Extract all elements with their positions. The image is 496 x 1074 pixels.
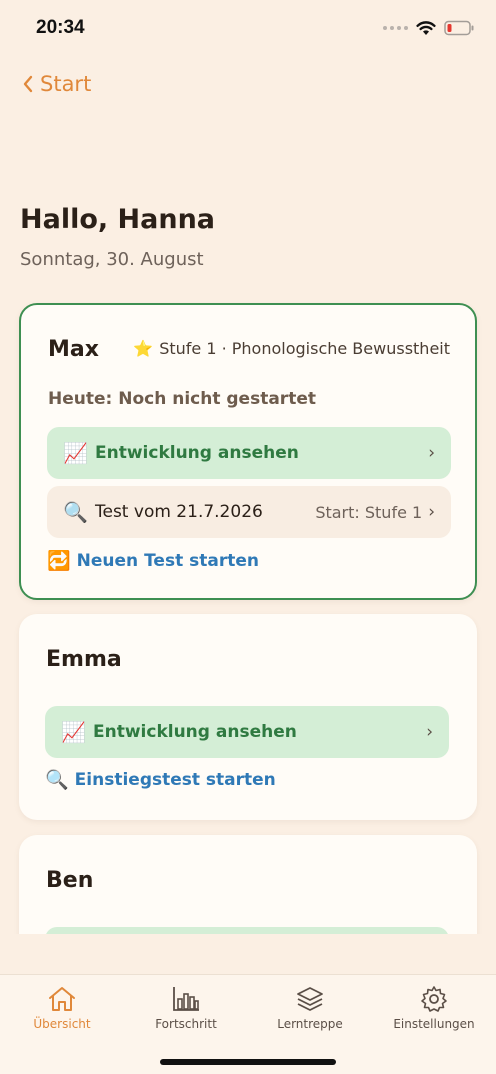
entry-test-label: Einstiegstest starten xyxy=(74,769,276,790)
child-name: Max xyxy=(48,337,99,362)
test-date-label: Test vom 21.7.2026 xyxy=(95,502,263,522)
repeat-icon: 🔁 xyxy=(47,550,71,572)
battery-low-icon xyxy=(444,20,474,36)
progress-button-label: Entwicklung ansehen xyxy=(95,443,299,463)
status-bar: 20:34 xyxy=(0,0,496,56)
tab-settings[interactable]: Einstellungen xyxy=(372,985,496,1031)
tab-label: Einstellungen xyxy=(393,1017,475,1031)
new-test-button[interactable]: 🔁 Neuen Test starten xyxy=(47,549,259,572)
entry-test-button[interactable]: 🔍 Einstiegstest starten xyxy=(45,768,276,791)
test-start-level: Start: Stufe 1 xyxy=(315,502,423,522)
home-indicator xyxy=(160,1059,336,1065)
chevron-right-icon: › xyxy=(428,502,435,522)
back-button[interactable]: Start xyxy=(22,72,91,96)
bar-chart-icon xyxy=(173,987,199,1011)
tab-overview[interactable]: Übersicht xyxy=(0,985,124,1031)
chevron-right-icon: › xyxy=(428,443,435,463)
gear-icon xyxy=(421,986,447,1012)
child-card-emma[interactable]: Emma 📈 Entwicklung ansehen › 🔍 Einstiegs… xyxy=(19,614,477,820)
progress-button[interactable]: 📈 Entwicklung ansehen › xyxy=(47,427,451,479)
wifi-icon xyxy=(416,20,436,35)
level-label: Stufe 1 · Phonologische Bewusstheit xyxy=(159,339,450,358)
magnifier-icon: 🔍 xyxy=(45,769,69,791)
home-icon xyxy=(49,987,75,1011)
progress-button-label: Entwicklung ansehen xyxy=(93,722,297,742)
star-icon: ⭐ xyxy=(133,339,154,358)
level-info: ⭐ Stufe 1 · Phonologische Bewusstheit xyxy=(133,339,450,358)
magnifier-icon: 🔍 xyxy=(63,500,88,524)
progress-button[interactable] xyxy=(45,927,449,934)
chart-increasing-icon: 📈 xyxy=(61,720,86,744)
progress-button[interactable]: 📈 Entwicklung ansehen › xyxy=(45,706,449,758)
children-list[interactable]: Max ⭐ Stufe 1 · Phonologische Bewussthei… xyxy=(0,296,496,934)
status-time: 20:34 xyxy=(36,17,85,38)
tab-label: Übersicht xyxy=(33,1017,91,1031)
date-subtitle: Sonntag, 30. August xyxy=(20,249,204,270)
chevron-left-icon xyxy=(23,75,33,93)
child-name: Emma xyxy=(46,647,122,672)
child-card-ben[interactable]: Ben xyxy=(19,835,477,934)
child-name: Ben xyxy=(46,868,94,893)
tab-progress[interactable]: Fortschritt xyxy=(124,985,248,1031)
chevron-right-icon: › xyxy=(426,722,433,742)
child-card-max[interactable]: Max ⭐ Stufe 1 · Phonologische Bewussthei… xyxy=(19,303,477,600)
new-test-label: Neuen Test starten xyxy=(76,550,259,571)
tab-label: Fortschritt xyxy=(155,1017,217,1031)
back-label: Start xyxy=(40,72,92,96)
tab-learning-stairs[interactable]: Lerntreppe xyxy=(248,985,372,1031)
page-title: Hallo, Hanna xyxy=(20,204,216,235)
layers-icon xyxy=(297,987,323,1011)
test-result-row[interactable]: 🔍 Test vom 21.7.2026 Start: Stufe 1 › xyxy=(47,486,451,538)
cellular-icon xyxy=(383,26,408,30)
today-status: Heute: Noch nicht gestartet xyxy=(48,389,316,409)
status-icons xyxy=(383,20,474,36)
chart-increasing-icon: 📈 xyxy=(63,441,88,465)
tab-label: Lerntreppe xyxy=(277,1017,343,1031)
